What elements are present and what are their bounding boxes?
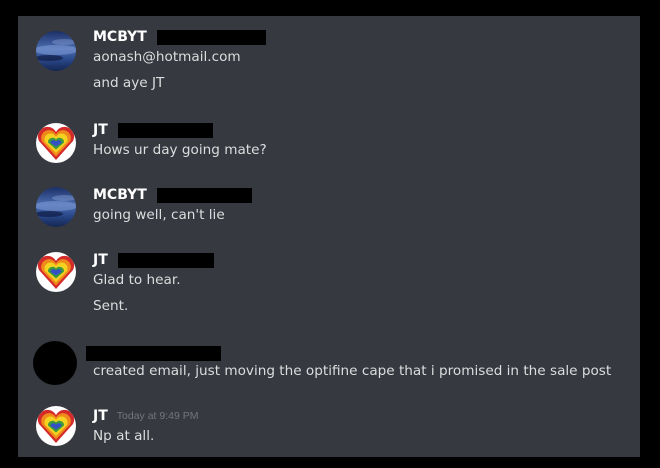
redacted-tag (117, 252, 214, 268)
message-text: aonash@hotmail.com (93, 49, 241, 65)
message-group: MCBYT going well, can't lie (18, 185, 640, 233)
message-header (86, 343, 221, 363)
message-header: JT (93, 120, 213, 140)
message-group: MCBYT aonash@hotmail.com and aye JT (18, 27, 640, 99)
redacted-tag (156, 29, 266, 45)
rainbow-heart-avatar[interactable] (36, 252, 76, 292)
message-group: JT Hows ur day going mate? (18, 120, 640, 168)
username[interactable]: JT (93, 122, 108, 138)
username[interactable]: MCBYT (93, 29, 147, 45)
message-header: JT Today at 9:49 PM (93, 406, 198, 426)
username[interactable]: MCBYT (93, 187, 147, 203)
message-text: Np at all. (93, 428, 155, 444)
message-text: going well, can't lie (93, 207, 225, 223)
chat-panel: MCBYT aonash@hotmail.com and aye JT JT H… (18, 16, 640, 457)
message-group: JT Today at 9:49 PM Np at all. (18, 406, 640, 454)
message-text: Glad to hear. (93, 272, 181, 288)
night-sky-avatar[interactable] (36, 187, 76, 227)
username[interactable]: JT (93, 252, 108, 268)
redacted-tag (86, 345, 221, 361)
message-text: Sent. (93, 298, 129, 314)
black-circle-avatar[interactable] (33, 341, 77, 385)
message-text: created email, just moving the optifine … (93, 363, 612, 379)
timestamp: Today at 9:49 PM (116, 410, 199, 422)
message-group: JT Glad to hear. Sent. (18, 250, 640, 322)
night-sky-avatar[interactable] (36, 31, 76, 71)
message-text: Hows ur day going mate? (93, 142, 267, 158)
message-group: created email, just moving the optifine … (18, 341, 640, 391)
redacted-tag (117, 122, 213, 138)
message-header: MCBYT (93, 27, 266, 47)
username[interactable]: JT (93, 408, 108, 424)
message-header: JT (93, 250, 214, 270)
message-text: and aye JT (93, 75, 165, 91)
redacted-tag (156, 187, 252, 203)
rainbow-heart-avatar[interactable] (36, 123, 76, 163)
message-header: MCBYT (93, 185, 252, 205)
rainbow-heart-avatar[interactable] (36, 406, 76, 446)
